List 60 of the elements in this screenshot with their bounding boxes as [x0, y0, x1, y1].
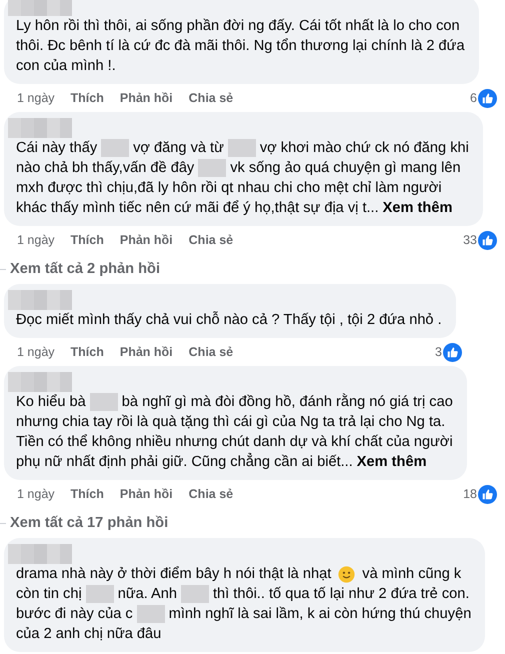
comment-action-link[interactable]: Chia sẻ — [188, 91, 234, 105]
comment-action-link[interactable]: Chia sẻ — [188, 345, 234, 359]
comment-text: bước đi này của c — [16, 605, 133, 624]
comment-action-link[interactable]: Thích — [70, 91, 104, 105]
comment-text: mình nghĩ là sai lầm, k ai còn hứng thú chuyện — [168, 605, 472, 624]
comment-time: 1 ngày — [17, 345, 55, 359]
view-replies-link[interactable]: Xem tất cả 17 phản hồi — [10, 515, 168, 531]
comment-text: bà nghĩ gì mà đòi đồng hồ, đánh rằng nó giá trị cao — [122, 392, 453, 412]
comment-action-link[interactable]: Thích — [70, 487, 104, 501]
comment-text: nào chả bh thấy,vấn đề đây — [16, 159, 194, 178]
redacted-word-icon — [228, 139, 256, 157]
comment-action-link[interactable]: Phản hồi — [120, 345, 173, 359]
comment-action-link[interactable]: Chia sẻ — [188, 233, 234, 247]
comment-text: phụ nữ nhất định phải giữ. Cũng chẳng cần ai biết... — [16, 452, 353, 472]
comment-text: thì thôi.. tố qua tố lại như 2 đứa trẻ con. — [213, 585, 470, 604]
like-count: 33 — [463, 233, 477, 247]
comment-time: 1 ngày — [17, 233, 55, 247]
comment-text: vợ khơi mào chứ ck nó đăng khi — [260, 139, 469, 158]
like-count: 6 — [470, 91, 477, 105]
comment-action-link[interactable]: Chia sẻ — [188, 487, 234, 501]
comment-text: Cái này thấy — [16, 139, 98, 158]
redacted-word-icon — [101, 139, 130, 157]
comment-text: khác thấy mình tiếc nên cứ mãi để ý họ,thật sự địa vị t... — [16, 199, 379, 218]
like-icon — [443, 342, 462, 362]
comment-text: Đọc miết mình thấy chả vui chỗ nào cả ? Thấy tội , tội 2 đứa nhỏ . — [16, 310, 442, 330]
comment-text: của 2 anh chị nữa đâu — [16, 625, 162, 644]
comment-time: 1 ngày — [17, 487, 55, 501]
like-count: 3 — [435, 345, 442, 359]
smiley-icon — [338, 566, 356, 582]
comment-text: còn tin chị — [16, 585, 82, 604]
comment-text: Tiền có thể không nhiều nhưng chút danh dự và khí chất của người — [16, 433, 453, 452]
comment-time: 1 ngày — [17, 91, 55, 105]
comment-action-link[interactable]: Phản hồi — [120, 91, 173, 105]
comment-action-link[interactable]: Phản hồi — [120, 487, 173, 501]
comment-text: con của mình !. — [16, 57, 116, 76]
comment-text: Ko hiểu bà — [16, 393, 86, 412]
redacted-word-icon — [198, 159, 226, 177]
comment-action-link[interactable]: Thích — [70, 345, 104, 359]
see-more-link[interactable]: Xem thêm — [382, 198, 452, 218]
see-more-link[interactable]: Xem thêm — [356, 452, 427, 472]
comment-action-link[interactable]: Thích — [70, 233, 104, 247]
redacted-word-icon — [136, 605, 165, 623]
comment-text: mxh được thì chịu,đã ly hôn rồi qt nhau chi cho mệt chỉ làm người — [16, 179, 442, 198]
redacted-word-icon — [181, 585, 209, 603]
comment-text: Ly hôn rồi thì thôi, ai sống phần đời ng đấy. Cái tốt nhất là lo cho con — [16, 17, 460, 36]
comment-text: nhưng chia tay rồi là quà tặng thì cái gì của Ng ta trả lại cho Ng ta. — [16, 413, 446, 432]
redacted-word-icon — [90, 393, 118, 411]
like-icon — [478, 88, 497, 108]
comment-text: vk sống ảo quá chuyện gì mang lên — [230, 159, 461, 178]
comment-text: drama nhà này ở thời điểm bây h nói thật là nhạt — [16, 565, 332, 584]
redacted-word-icon — [86, 585, 114, 603]
comment-text: thôi. Đc bênh tí là cứ đc đà mãi thôi. Ng tổn thương lại chính là 2 đứa — [16, 37, 465, 56]
view-replies-link[interactable]: Xem tất cả 2 phản hồi — [10, 261, 160, 277]
comment-text: vợ đăng và từ — [133, 139, 224, 158]
comment-text: và mình cũng k — [362, 565, 462, 584]
like-icon — [478, 484, 497, 504]
comment-action-link[interactable]: Phản hồi — [120, 233, 173, 247]
like-count: 18 — [463, 487, 477, 501]
like-icon — [478, 230, 497, 250]
comment-text: nữa. Anh — [118, 585, 177, 604]
